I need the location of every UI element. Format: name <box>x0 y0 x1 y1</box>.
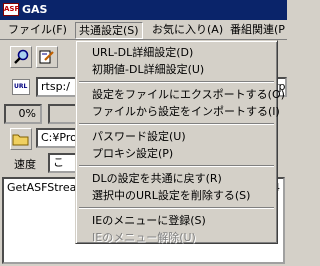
folder-icon <box>12 134 29 146</box>
menu-item-delete-url-settings[interactable]: 選択中のURL設定を削除する(S) <box>78 187 275 204</box>
url-icon: URL <box>12 79 30 95</box>
menu-separator <box>78 78 275 86</box>
common-settings-menu: URL-DL詳細設定(D) 初期値-DL詳細設定(U) 設定をファイルにエクスポ… <box>75 40 285 244</box>
menu-bar: ファイル(F) 共通設定(S) お気に入り(A) 番組関連(P <box>0 20 287 40</box>
menu-item-default-dl-detail[interactable]: 初期値-DL詳細設定(U) <box>78 61 275 78</box>
progress-bar <box>48 104 78 124</box>
app-icon: ASF <box>3 3 19 16</box>
menu-common-settings[interactable]: 共通設定(S) <box>75 22 143 39</box>
folder-button[interactable] <box>10 128 32 150</box>
menu-separator <box>78 120 275 128</box>
menu-item-register-ie-menu[interactable]: IEのメニューに登録(S) <box>78 212 275 229</box>
menu-item-import-settings[interactable]: ファイルから設定をインポートする(I) <box>78 103 280 120</box>
menu-item-export-settings[interactable]: 設定をファイルにエクスポートする(O) <box>78 86 285 103</box>
menu-item-password-settings[interactable]: パスワード設定(U) <box>78 128 275 145</box>
edit-button[interactable] <box>36 46 58 68</box>
menu-program-related[interactable]: 番組関連(P <box>226 22 289 39</box>
speed-label: 速度 <box>14 158 36 171</box>
log-line: GetASFStrea <box>7 181 77 194</box>
search-button[interactable] <box>10 46 32 68</box>
magnifier-icon <box>14 49 29 64</box>
menu-item-url-dl-detail[interactable]: URL-DL詳細設定(D) <box>78 44 275 61</box>
menu-favorites[interactable]: お気に入り(A) <box>148 22 227 39</box>
speed-field[interactable]: こ <box>48 153 78 173</box>
window-title: GAS <box>22 3 48 16</box>
menu-file[interactable]: ファイル(F) <box>4 22 71 39</box>
edit-icon <box>39 50 54 64</box>
title-bar[interactable]: ASF GAS <box>0 0 287 20</box>
menu-separator <box>78 162 275 170</box>
menu-item-unregister-ie-menu: IEのメニュー解除(U) <box>92 231 196 244</box>
menu-item-reset-dl-settings[interactable]: DLの設定を共通に戻す(R) <box>78 170 275 187</box>
menu-separator <box>78 204 275 212</box>
menu-item-proxy-settings[interactable]: プロキシ設定(P) <box>78 145 275 162</box>
progress-percent: 0% <box>4 104 42 124</box>
